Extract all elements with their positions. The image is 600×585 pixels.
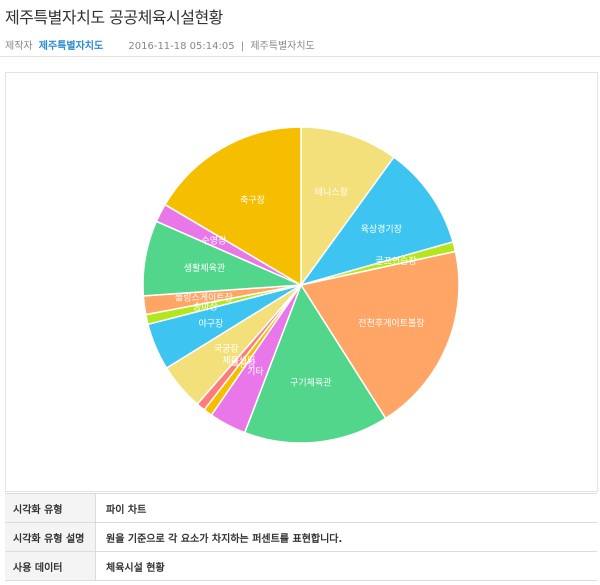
slice-label: 테니스장 bbox=[315, 187, 348, 198]
info-key: 시각화 유형 bbox=[5, 493, 96, 523]
slice-label: 수영장 bbox=[201, 235, 226, 246]
info-value: 원을 기준으로 각 요소가 차지하는 퍼센트를 표현합니다. bbox=[95, 522, 597, 552]
author-label: 제작자 bbox=[5, 41, 33, 52]
slice-label: 육상경기장 bbox=[361, 223, 402, 235]
slice-label: 볼링스게이트장 bbox=[175, 292, 233, 304]
date-text: 2016-11-18 05:14:05 bbox=[128, 41, 235, 52]
slice-label: 생활체육관 bbox=[184, 262, 225, 274]
slice-label: 구기체육관 bbox=[290, 378, 331, 389]
info-value: 파이 차트 bbox=[95, 493, 597, 523]
slice-label: 야구장 bbox=[198, 318, 223, 329]
chart-container: 테니스장 육상경기장 골프연습장 전천후게이트볼장 구기체육관 기타 복싱장 체육센터 국궁장 야… bbox=[5, 72, 598, 492]
slice-label: 골프연습장 bbox=[375, 256, 416, 267]
source-text: 제주특별자치도 bbox=[250, 41, 315, 52]
meta-line: 제작자 제주특별자치도 2016-11-18 05:14:05 | 제주특별자치… bbox=[5, 37, 315, 52]
pie-chart: 테니스장육상경기장골프연습장전천후게이트볼장구기체육관기타복싱장체육센터국궁장야… bbox=[142, 126, 460, 444]
info-value: 체육시설 현황 bbox=[95, 551, 597, 581]
info-key: 사용 데이터 bbox=[5, 551, 96, 581]
info-table: 시각화 유형 파이 차트 시각화 유형 설명 원을 기준으로 각 요소가 차지하… bbox=[5, 493, 597, 581]
info-key: 시각화 유형 설명 bbox=[5, 522, 96, 552]
info-row: 사용 데이터 체육시설 현황 bbox=[5, 551, 597, 581]
slice-label: 체육센터 bbox=[222, 356, 255, 367]
author-link[interactable]: 제주특별자치도 bbox=[39, 41, 103, 52]
info-row: 시각화 유형 설명 원을 기준으로 각 요소가 차지하는 퍼센트를 표현합니다. bbox=[5, 522, 597, 552]
meta-separator: | bbox=[240, 41, 245, 52]
slice-label: 축구장 bbox=[240, 195, 265, 206]
slice-label: 전천후게이트볼장 bbox=[358, 318, 424, 329]
slice-label: 국궁장 bbox=[214, 343, 239, 354]
page-title: 제주특별자치도 공공체육시설현황 bbox=[5, 8, 223, 27]
info-row: 시각화 유형 파이 차트 bbox=[5, 493, 597, 523]
header-divider bbox=[0, 56, 600, 57]
